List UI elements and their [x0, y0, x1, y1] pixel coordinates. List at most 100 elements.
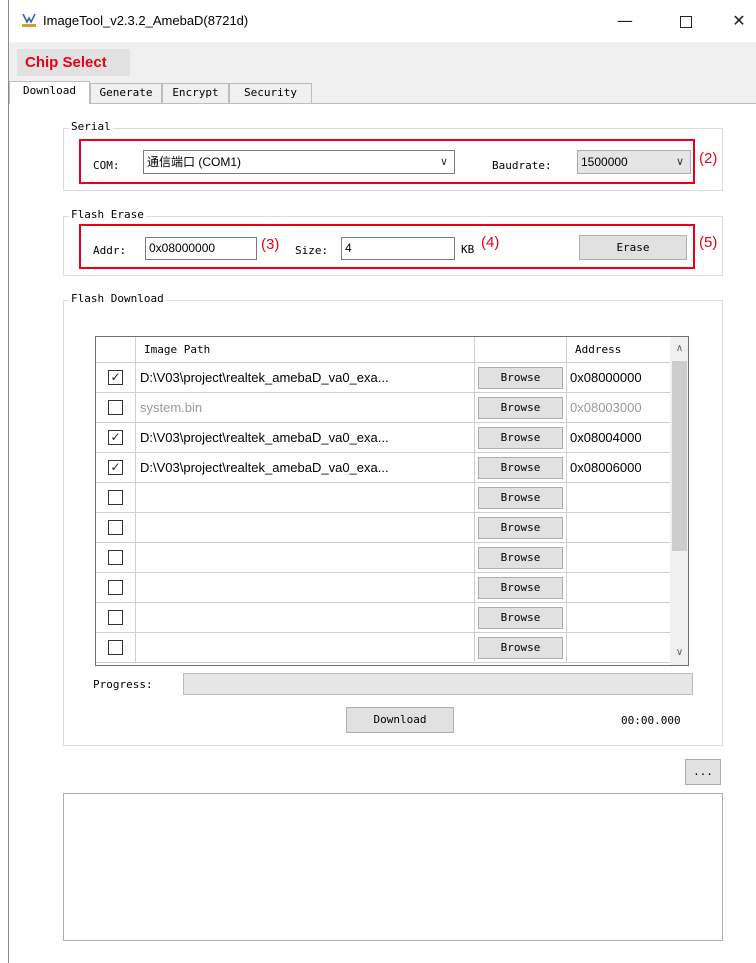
header-browse: [475, 337, 567, 363]
address-cell[interactable]: 0x08006000: [567, 453, 670, 483]
erase-button[interactable]: Erase: [579, 235, 687, 260]
browse-button[interactable]: Browse: [478, 427, 563, 449]
browse-button[interactable]: Browse: [478, 607, 563, 629]
address-cell[interactable]: [567, 573, 670, 603]
browse-button[interactable]: Browse: [478, 397, 563, 419]
download-progress-bar: [183, 673, 693, 695]
erase-size-input[interactable]: 4: [341, 237, 455, 260]
browse-button[interactable]: Browse: [478, 517, 563, 539]
maximize-icon: [680, 15, 692, 28]
size-unit-label: KB: [461, 243, 475, 256]
progress-label: Progress:: [93, 678, 153, 691]
address-cell[interactable]: [567, 633, 670, 663]
row-checkbox[interactable]: [108, 580, 123, 595]
image-path-text: D:\V03\project\realtek_amebaD_va0_exa...: [140, 430, 389, 445]
browse-cell: Browse: [475, 483, 567, 513]
row-checkbox[interactable]: ✓: [108, 370, 123, 385]
table-row: Browse: [96, 603, 670, 633]
row-checkbox[interactable]: [108, 550, 123, 565]
image-path-cell[interactable]: [136, 513, 475, 543]
erase-address-input[interactable]: 0x08000000: [145, 237, 257, 260]
tab-security[interactable]: Security: [229, 83, 312, 103]
scroll-up-icon[interactable]: ∧: [670, 339, 688, 359]
image-path-cell[interactable]: D:\V03\project\realtek_amebaD_va0_exa...: [136, 423, 475, 453]
table-row: Browse: [96, 513, 670, 543]
image-path-text: system.bin: [140, 400, 203, 415]
row-checkbox[interactable]: [108, 520, 123, 535]
row-checkbox[interactable]: [108, 490, 123, 505]
browse-cell: Browse: [475, 633, 567, 663]
image-path-cell[interactable]: system.bin: [136, 393, 475, 423]
image-path-cell[interactable]: [136, 573, 475, 603]
image-path-cell[interactable]: [136, 483, 475, 513]
baudrate-value: 1500000: [581, 155, 628, 169]
tab-download[interactable]: Download: [9, 81, 90, 104]
browse-button[interactable]: Browse: [478, 547, 563, 569]
browse-cell: Browse: [475, 543, 567, 573]
checkbox-cell: [96, 603, 136, 633]
address-cell[interactable]: 0x08004000: [567, 423, 670, 453]
address-cell[interactable]: 0x08003000: [567, 393, 670, 423]
address-cell[interactable]: [567, 543, 670, 573]
table-row: ✓ D:\V03\project\realtek_amebaD_va0_exa..…: [96, 423, 670, 453]
browse-button[interactable]: Browse: [478, 457, 563, 479]
header-checkbox-cell: [96, 337, 136, 363]
address-cell[interactable]: [567, 483, 670, 513]
more-options-button[interactable]: ...: [685, 759, 721, 785]
image-path-cell[interactable]: [136, 633, 475, 663]
header-address: Address: [575, 343, 622, 356]
chip-select-button[interactable]: Chip Select: [17, 49, 130, 76]
browse-cell: Browse: [475, 603, 567, 633]
tab-encrypt[interactable]: Encrypt: [162, 83, 229, 103]
chevron-down-icon: ∨: [439, 156, 448, 168]
address-text: 0x08004000: [570, 430, 642, 445]
table-row: system.bin Browse 0x08003000: [96, 393, 670, 423]
row-checkbox[interactable]: ✓: [108, 460, 123, 475]
browse-cell: Browse: [475, 363, 567, 393]
address-cell[interactable]: [567, 513, 670, 543]
image-path-cell[interactable]: [136, 543, 475, 573]
log-output-area[interactable]: [63, 793, 723, 941]
table-header: Image Path Address: [96, 337, 670, 363]
image-path-cell[interactable]: [136, 603, 475, 633]
image-path-cell[interactable]: D:\V03\project\realtek_amebaD_va0_exa...: [136, 453, 475, 483]
row-checkbox[interactable]: [108, 610, 123, 625]
checkbox-cell: [96, 633, 136, 663]
elapsed-time: 00:00.000: [621, 714, 681, 727]
browse-button[interactable]: Browse: [478, 577, 563, 599]
browse-button[interactable]: Browse: [478, 637, 563, 659]
baudrate-select[interactable]: 1500000 ∨: [577, 150, 691, 174]
tab-generate[interactable]: Generate: [90, 83, 162, 103]
address-text: 0x08000000: [570, 370, 642, 385]
maximize-button[interactable]: [666, 6, 706, 36]
address-cell[interactable]: 0x08000000: [567, 363, 670, 393]
minimize-button[interactable]: —: [605, 6, 645, 36]
size-label: Size:: [295, 244, 329, 257]
browse-button[interactable]: Browse: [478, 367, 563, 389]
browse-cell: Browse: [475, 393, 567, 423]
browse-button[interactable]: Browse: [478, 487, 563, 509]
browse-cell: Browse: [475, 513, 567, 543]
table-row: Browse: [96, 573, 670, 603]
annotation-label-5: (5): [699, 234, 718, 251]
app-logo-icon: [22, 13, 36, 27]
header-image-path: Image Path: [136, 337, 475, 363]
table-scrollbar[interactable]: ∧ ∨: [670, 337, 688, 665]
download-button[interactable]: Download: [346, 707, 454, 733]
image-path-cell[interactable]: D:\V03\project\realtek_amebaD_va0_exa...: [136, 363, 475, 393]
row-checkbox[interactable]: ✓: [108, 430, 123, 445]
row-checkbox[interactable]: [108, 400, 123, 415]
browse-cell: Browse: [475, 453, 567, 483]
scroll-thumb[interactable]: [672, 361, 687, 551]
title-bar[interactable]: ImageTool_v2.3.2_AmebaD(8721d) — ✕: [9, 0, 756, 42]
address-text: 0x08003000: [570, 400, 642, 415]
close-button[interactable]: ✕: [719, 6, 756, 36]
com-port-select[interactable]: 通信端口 (COM1) ∨: [143, 150, 455, 174]
com-port-value: 通信端口 (COM1): [147, 155, 241, 169]
baudrate-label: Baudrate:: [492, 159, 552, 172]
address-cell[interactable]: [567, 603, 670, 633]
row-checkbox[interactable]: [108, 640, 123, 655]
scroll-down-icon[interactable]: ∨: [670, 643, 688, 663]
address-text: 0x08006000: [570, 460, 642, 475]
table-row: Browse: [96, 483, 670, 513]
